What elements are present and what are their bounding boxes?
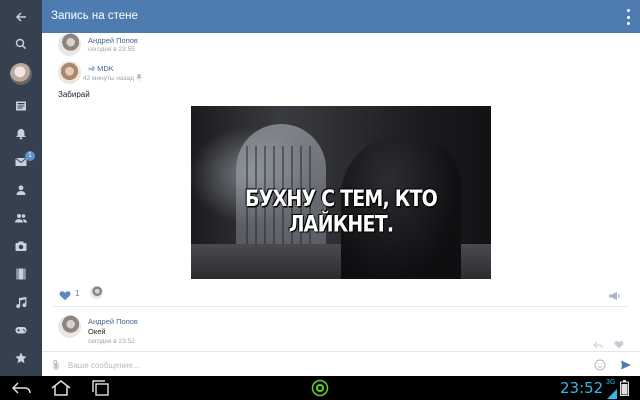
newspaper-icon (16, 101, 26, 111)
likes-count: 1 (75, 289, 80, 298)
post-view: Андрей Попов сегодня в 23:55 MDK 42 мину… (42, 33, 640, 351)
repost-arrow-icon (88, 65, 96, 73)
liker-avatar[interactable] (90, 286, 103, 299)
system-home-button[interactable] (50, 379, 72, 400)
back-arrow-icon (11, 382, 31, 394)
home-icon (51, 380, 71, 396)
page-title: Запись на стене (51, 10, 138, 22)
sidebar-item-favorites[interactable] (0, 345, 42, 371)
arrow-left-icon (15, 12, 26, 22)
sidebar-item-music[interactable] (0, 289, 42, 315)
sidebar: 1 (0, 0, 42, 376)
avatar[interactable] (58, 61, 81, 84)
overflow-menu-button[interactable] (625, 9, 631, 25)
comment-author-name[interactable]: Андрей Попов (88, 317, 138, 326)
film-icon (16, 268, 26, 280)
sidebar-item-videos[interactable] (0, 261, 42, 287)
top-bar: Запись на стене (42, 0, 640, 33)
battery-icon (620, 380, 629, 400)
system-recents-button[interactable] (90, 379, 112, 400)
emoji-button[interactable] (594, 358, 606, 376)
post-author-name[interactable]: Андрей Попов (88, 36, 138, 45)
message-composer (42, 351, 640, 376)
recents-icon (92, 380, 109, 396)
repost-source-name[interactable]: MDK (88, 64, 114, 73)
divider (53, 306, 629, 307)
post-timestamp: сегодня в 23:55 (88, 46, 135, 53)
repost-source-label: MDK (97, 64, 114, 73)
signal-icon (607, 386, 617, 400)
group-icon (15, 214, 27, 223)
send-button[interactable] (620, 358, 632, 376)
repost-timestamp: 42 минуты назад (83, 74, 143, 82)
app-window: 1 Запись на стене Андрей Попов сегодня в… (0, 0, 640, 400)
avatar (10, 63, 32, 85)
star-icon (15, 352, 27, 364)
unread-badge: 1 (25, 151, 35, 161)
image-caption: БУХНУ С ТЕМ, КТО ЛАЙКНЕТ. (244, 186, 438, 238)
post-text: Забирай (58, 90, 90, 99)
network-type: 3G (606, 379, 616, 386)
attach-button[interactable] (51, 358, 61, 376)
megaphone-icon (609, 292, 620, 300)
sidebar-item-news[interactable] (0, 93, 42, 119)
person-icon (16, 185, 26, 195)
send-icon (621, 360, 631, 370)
sidebar-profile[interactable] (0, 61, 42, 87)
heart-icon (59, 291, 71, 301)
sidebar-item-messages[interactable] (0, 149, 42, 175)
sidebar-search[interactable] (0, 31, 42, 57)
heart-icon (614, 341, 624, 349)
gamepad-icon (15, 327, 27, 334)
avatar[interactable] (58, 315, 81, 338)
music-note-icon (16, 297, 27, 309)
status-indicator-icon (311, 379, 329, 400)
back-button[interactable] (0, 4, 42, 30)
comment-timestamp: сегодня в 23:52 (88, 338, 135, 345)
system-back-button[interactable] (10, 380, 32, 400)
sidebar-item-photos[interactable] (0, 233, 42, 259)
bell-icon (16, 129, 26, 140)
pin-icon (135, 74, 143, 81)
paperclip-icon (53, 360, 59, 370)
search-icon (15, 38, 27, 50)
system-clock: 23:52 (560, 379, 604, 397)
sidebar-item-groups[interactable] (0, 205, 42, 231)
message-input[interactable] (68, 358, 588, 372)
smiley-icon (594, 359, 606, 371)
share-button[interactable] (608, 288, 620, 306)
sidebar-item-friends[interactable] (0, 177, 42, 203)
camera-icon (15, 241, 27, 251)
repost-time-label: 42 минуты назад (83, 75, 134, 82)
sidebar-item-games[interactable] (0, 317, 42, 343)
avatar[interactable] (58, 33, 81, 56)
sidebar-item-notifications[interactable] (0, 121, 42, 147)
comment-text: Окей (88, 327, 106, 336)
reply-icon (593, 341, 603, 349)
like-button[interactable] (59, 288, 71, 306)
post-image[interactable]: БУХНУ С ТЕМ, КТО ЛАЙКНЕТ. (191, 106, 491, 279)
system-nav-bar: 23:52 3G (0, 376, 640, 400)
